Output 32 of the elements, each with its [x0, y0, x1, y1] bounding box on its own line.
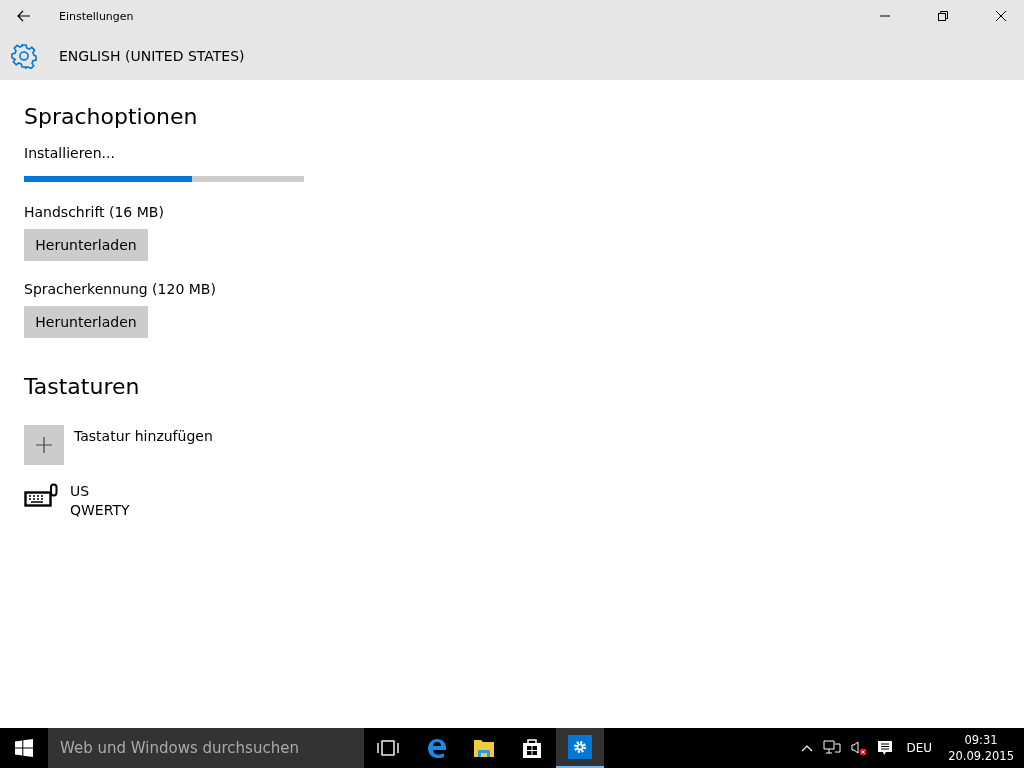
folder-icon[interactable] [473, 738, 495, 758]
windows-logo-icon[interactable] [15, 739, 33, 757]
status-label: Installieren... [24, 145, 116, 161]
store-bag-icon[interactable] [522, 737, 542, 759]
download-button[interactable]: Herunterladen [24, 229, 148, 261]
search-field[interactable]: Web und Windows durchsuchen [48, 728, 364, 768]
download-button[interactable]: Herunterladen [24, 306, 148, 338]
plus-icon[interactable] [36, 437, 52, 453]
close-icon[interactable] [995, 10, 1007, 22]
keyboard-name: US [70, 483, 91, 499]
keyboard-icon [24, 483, 58, 509]
network-icon[interactable] [822, 740, 841, 756]
settings-icon[interactable] [568, 735, 592, 759]
section-heading: Tastaturen [24, 374, 141, 399]
chevron-up-icon[interactable] [800, 744, 813, 752]
restore-icon[interactable] [937, 10, 949, 22]
input-language[interactable]: DEU [906, 741, 933, 755]
clock[interactable]: 09:31 20.09.2015 [948, 733, 1014, 763]
download-label: Handschrift (16 MB) [24, 204, 165, 220]
keyboard-layout: QWERTY [70, 502, 130, 518]
back-arrow-icon[interactable] [17, 10, 31, 22]
window-title: Einstellungen [59, 9, 134, 23]
add-keyboard-label[interactable]: Tastatur hinzufügen [74, 428, 213, 444]
volume-muted-icon[interactable] [850, 740, 867, 756]
settings-icon [11, 43, 37, 69]
section-heading: Sprachoptionen [24, 104, 199, 129]
page-title: ENGLISH (UNITED STATES) [59, 48, 245, 64]
taskbar-app[interactable] [556, 728, 604, 768]
task-view-icon[interactable] [377, 740, 399, 756]
message-icon[interactable] [876, 740, 893, 756]
download-label: Spracherkennung (120 MB) [24, 281, 217, 297]
browser-e-icon[interactable] [425, 737, 447, 759]
